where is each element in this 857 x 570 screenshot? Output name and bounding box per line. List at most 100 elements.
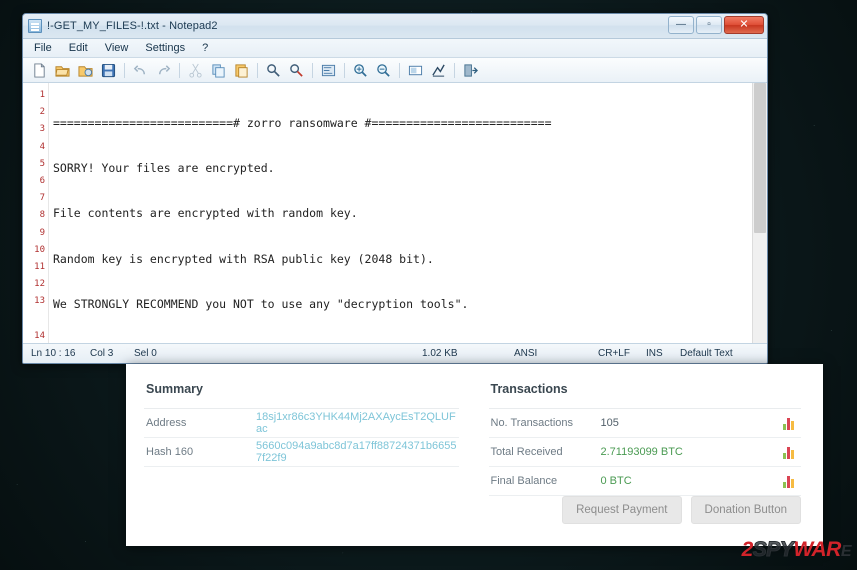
editor-vertical-scrollbar[interactable]	[752, 83, 767, 343]
summary-label-address: Address	[146, 417, 187, 429]
toolbar-separator	[344, 62, 345, 78]
line-number-gutter: 1 2 3 4 5 6 7 8 9 10 11 12 13 14 15 16	[23, 83, 49, 343]
maximize-button[interactable]: ▫	[696, 16, 722, 34]
status-bar: Ln 10 : 16 Col 3 Sel 0 1.02 KB ANSI CR+L…	[23, 343, 767, 363]
menu-item-settings[interactable]: Settings	[143, 41, 187, 55]
blockchain-info-panel: Summary Address 18sj1xr86c3YHK44Mj2AXAyc…	[126, 364, 823, 546]
text-line: ==========================# zorro ransom…	[53, 116, 552, 130]
zoom-out-icon[interactable]	[373, 60, 394, 80]
status-selection: Sel 0	[134, 348, 157, 359]
status-line-endings[interactable]: CR+LF	[593, 348, 641, 359]
scheme-icon[interactable]	[428, 60, 449, 80]
minimize-icon: —	[676, 19, 686, 30]
line-number: 8	[39, 210, 45, 221]
transactions-value-count: 105	[600, 417, 619, 429]
text-line: We STRONGLY RECOMMEND you NOT to use any…	[53, 296, 469, 311]
bar-chart-icon[interactable]	[783, 446, 797, 459]
status-insert-mode[interactable]: INS	[641, 348, 675, 359]
donation-button[interactable]: Donation Button	[690, 496, 801, 524]
summary-value-hash160[interactable]: 5660c094a9abc8d7a17ff88724371b66557f22f9	[256, 440, 459, 464]
line-number: 5	[39, 158, 45, 169]
transactions-label-count: No. Transactions	[490, 417, 574, 429]
exit-icon[interactable]	[460, 60, 481, 80]
summary-row-hash160: Hash 160 5660c094a9abc8d7a17ff88724371b6…	[144, 438, 459, 467]
block-select-icon[interactable]	[405, 60, 426, 80]
word-wrap-icon[interactable]	[318, 60, 339, 80]
request-payment-button[interactable]: Request Payment	[562, 496, 682, 524]
watermark-part-e: E	[840, 543, 852, 560]
toolbar-separator	[257, 62, 258, 78]
watermark-part-spy: SPY	[752, 538, 794, 561]
status-line-position: Ln 10 : 16	[31, 348, 76, 359]
open-file-icon[interactable]	[52, 60, 73, 80]
transactions-value-final-balance: 0 BTC	[600, 475, 632, 487]
maximize-icon: ▫	[707, 19, 711, 30]
window-title: !-GET_MY_FILES-!.txt - Notepad2	[47, 20, 218, 32]
transactions-label-final-balance: Final Balance	[490, 475, 558, 487]
menu-bar: File Edit View Settings ?	[23, 39, 767, 58]
minimize-button[interactable]: —	[668, 16, 694, 34]
line-number-wrapped	[23, 310, 48, 327]
menu-item-file[interactable]: File	[32, 41, 54, 55]
watermark-part-war: WAR	[793, 538, 841, 561]
cut-icon[interactable]	[185, 60, 206, 80]
line-number: 12	[34, 279, 45, 290]
replace-icon[interactable]	[286, 60, 307, 80]
reload-file-icon[interactable]	[75, 60, 96, 80]
summary-value-address[interactable]: 18sj1xr86c3YHK44Mj2AXAycEsT2QLUFac	[256, 411, 459, 435]
line-number: 11	[34, 261, 45, 272]
toolbar-separator	[454, 62, 455, 78]
status-column: Col 3	[90, 348, 114, 359]
zoom-in-icon[interactable]	[350, 60, 371, 80]
transactions-heading: Transactions	[488, 378, 801, 409]
bar-chart-icon[interactable]	[783, 475, 797, 488]
new-file-icon[interactable]	[29, 60, 50, 80]
window-controls: — ▫ ✕	[668, 16, 764, 34]
summary-label-hash160: Hash 160	[146, 446, 194, 458]
line-number: 6	[39, 175, 45, 186]
window-titlebar[interactable]: !-GET_MY_FILES-!.txt - Notepad2 — ▫ ✕	[23, 14, 767, 39]
transactions-value-total-received: 2.71193099 BTC	[600, 446, 683, 458]
document-text[interactable]: ==========================# zorro ransom…	[49, 83, 767, 343]
text-editor-area[interactable]: 1 2 3 4 5 6 7 8 9 10 11 12 13 14 15 16 =…	[23, 83, 767, 343]
notepad2-window: !-GET_MY_FILES-!.txt - Notepad2 — ▫ ✕ Fi…	[22, 13, 768, 364]
text-line: These tools can damage your data, making…	[53, 341, 767, 343]
transactions-label-total-received: Total Received	[490, 446, 563, 458]
close-button[interactable]: ✕	[724, 16, 764, 34]
summary-row-address: Address 18sj1xr86c3YHK44Mj2AXAycEsT2QLUF…	[144, 409, 459, 438]
line-number: 13	[34, 296, 45, 307]
summary-heading: Summary	[144, 378, 459, 409]
line-number: 4	[39, 141, 45, 152]
redo-icon[interactable]	[153, 60, 174, 80]
menu-item-help[interactable]: ?	[200, 41, 210, 55]
line-number: 10	[34, 244, 45, 255]
site-watermark: 2SPYWARE	[741, 538, 852, 561]
toolbar-separator	[312, 62, 313, 78]
close-icon: ✕	[739, 18, 749, 31]
status-scheme[interactable]: Default Text	[675, 348, 767, 359]
save-file-icon[interactable]	[98, 60, 119, 80]
bar-chart-icon[interactable]	[783, 417, 797, 430]
line-number: 7	[39, 193, 45, 204]
paste-icon[interactable]	[231, 60, 252, 80]
watermark-part-2: 2	[741, 538, 754, 561]
undo-icon[interactable]	[130, 60, 151, 80]
copy-icon[interactable]	[208, 60, 229, 80]
find-icon[interactable]	[263, 60, 284, 80]
text-line: Random key is encrypted with RSA public …	[53, 251, 434, 266]
status-encoding[interactable]: ANSI	[509, 348, 593, 359]
line-number: 14	[34, 330, 45, 341]
text-line: SORRY! Your files are encrypted.	[53, 161, 275, 176]
toolbar	[23, 58, 767, 83]
menu-item-edit[interactable]: Edit	[67, 41, 90, 55]
transactions-row-final-balance: Final Balance 0 BTC	[488, 467, 801, 496]
toolbar-separator	[179, 62, 180, 78]
notepad-document-icon	[28, 19, 42, 33]
transactions-row-count: No. Transactions 105	[488, 409, 801, 438]
text-line: File contents are encrypted with random …	[53, 206, 358, 221]
scrollbar-thumb[interactable]	[754, 83, 766, 233]
status-file-size: 1.02 KB	[422, 348, 458, 359]
toolbar-separator	[124, 62, 125, 78]
menu-item-view[interactable]: View	[103, 41, 131, 55]
line-number: 2	[39, 107, 45, 118]
